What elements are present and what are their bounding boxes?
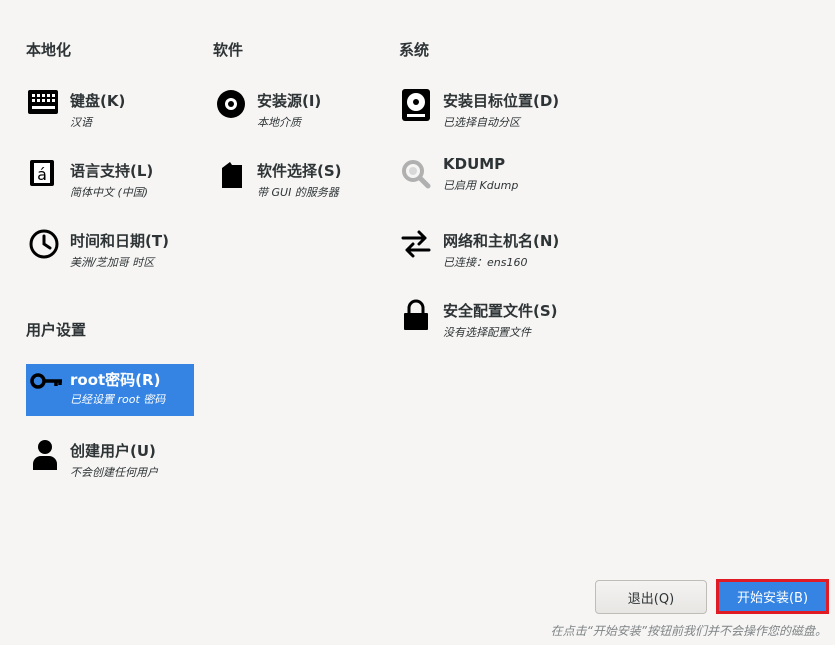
spoke-network-status: 已连接：ens160 [443,256,528,269]
spoke-keyboard-status: 汉语 [70,116,92,129]
spoke-root-password-status: 已经设置 root 密码 [70,393,166,406]
spoke-create-user-label: 创建用户(U) [70,442,156,460]
spoke-software-selection[interactable]: 软件选择(S) 带 GUI 的服务器 [213,150,381,202]
spoke-network[interactable]: 网络和主机名(N) 已连接：ens160 [399,220,567,272]
spoke-security-profile-status: 没有选择配置文件 [443,326,531,339]
spoke-language-status: 简体中文 (中国) [70,186,149,199]
spoke-installation-source-label: 安装源(I) [257,92,322,110]
spoke-create-user[interactable]: 创建用户(U) 不会创建任何用户 [26,430,194,482]
spoke-kdump[interactable]: KDUMP 已启用 Kdump [399,147,567,199]
spoke-installation-destination-status: 已选择自动分区 [443,116,520,129]
spoke-software-selection-status: 带 GUI 的服务器 [257,186,339,199]
language-icon: á [26,150,66,202]
spoke-kdump-status: 已启用 Kdump [443,179,519,192]
section-title-system: 系统 [399,41,430,59]
spoke-kdump-label: KDUMP [443,155,506,173]
disc-icon [213,80,253,132]
spoke-language[interactable]: á 语言支持(L) 简体中文 (中国) [26,150,194,202]
begin-installation-button[interactable]: 开始安装(B) [716,579,829,614]
clock-icon [26,220,66,272]
spoke-installation-source-status: 本地介质 [257,116,301,129]
spoke-installation-source[interactable]: 安装源(I) 本地介质 [213,80,381,132]
package-icon [213,150,253,202]
spoke-language-label: 语言支持(L) [70,162,154,180]
magnifier-icon [399,147,439,199]
key-icon [26,364,66,416]
section-title-localization: 本地化 [26,41,72,59]
section-title-software: 软件 [213,41,244,59]
lock-icon [399,290,439,342]
spoke-datetime-status: 美洲/芝加哥 时区 [70,256,155,269]
spoke-keyboard-label: 键盘(K) [70,92,126,110]
user-icon [26,430,66,482]
keyboard-icon [26,80,66,132]
spoke-root-password[interactable]: root密码(R) 已经设置 root 密码 [26,364,194,416]
harddisk-icon [399,80,439,132]
quit-button[interactable]: 退出(Q) [595,580,707,614]
spoke-installation-destination[interactable]: 安装目标位置(D) 已选择自动分区 [399,80,567,132]
spoke-keyboard[interactable]: 键盘(K) 汉语 [26,80,194,132]
footer-note: 在点击“开始安装”按钮前我们并不会操作您的磁盘。 [550,624,827,638]
spoke-network-label: 网络和主机名(N) [443,232,560,250]
spoke-software-selection-label: 软件选择(S) [257,162,342,180]
spoke-datetime[interactable]: 时间和日期(T) 美洲/芝加哥 时区 [26,220,194,272]
spoke-datetime-label: 时间和日期(T) [70,232,169,250]
spoke-installation-destination-label: 安装目标位置(D) [443,92,560,110]
spoke-root-password-label: root密码(R) [70,371,161,389]
section-title-user-settings: 用户设置 [26,321,87,339]
spoke-create-user-status: 不会创建任何用户 [70,466,158,479]
spoke-security-profile-label: 安全配置文件(S) [443,302,558,320]
spoke-security-profile[interactable]: 安全配置文件(S) 没有选择配置文件 [399,290,567,342]
network-arrows-icon [399,220,439,272]
svg-text:á: á [37,165,47,184]
